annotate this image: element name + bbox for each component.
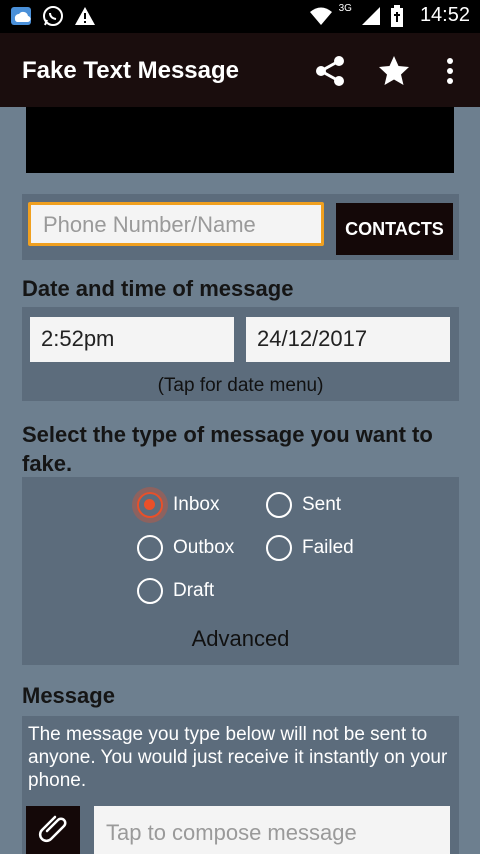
- radio-unchecked-icon: [266, 492, 292, 518]
- radio-sent[interactable]: Sent: [266, 492, 341, 518]
- network-type-label: 3G: [338, 3, 352, 14]
- weather-icon: [10, 5, 32, 27]
- radio-outbox[interactable]: Outbox: [137, 535, 234, 561]
- share-icon[interactable]: [310, 51, 350, 91]
- message-heading: Message: [22, 683, 115, 708]
- radio-label: Inbox: [173, 494, 220, 515]
- app-bar: Fake Text Message: [0, 33, 480, 107]
- message-type-heading: Select the type of message you want to f…: [22, 422, 433, 476]
- radio-unchecked-icon: [137, 535, 163, 561]
- phone-number-input[interactable]: Phone Number/Name: [28, 202, 324, 246]
- message-info-text: The message you type below will not be s…: [28, 724, 448, 791]
- advanced-button[interactable]: Advanced: [22, 626, 459, 652]
- radio-draft[interactable]: Draft: [137, 578, 214, 604]
- radio-checked-icon: [137, 492, 163, 518]
- radio-label: Outbox: [173, 537, 235, 558]
- radio-unchecked-icon: [266, 535, 292, 561]
- date-field[interactable]: 24/12/2017: [246, 317, 450, 362]
- datetime-heading: Date and time of message: [22, 276, 294, 301]
- radio-label: Draft: [173, 580, 215, 601]
- status-bar: 3G 14:52: [0, 0, 480, 33]
- app-title: Fake Text Message: [22, 57, 239, 84]
- battery-icon: [390, 4, 412, 27]
- wifi-icon: [309, 5, 332, 27]
- signal-icon: [360, 5, 382, 27]
- time-field[interactable]: 2:52pm: [30, 317, 234, 362]
- compose-message-input[interactable]: Tap to compose message: [94, 806, 450, 854]
- radio-failed[interactable]: Failed: [266, 535, 354, 561]
- radio-unchecked-icon: [137, 578, 163, 604]
- whatsapp-icon: [42, 5, 64, 27]
- paperclip-icon: [38, 811, 68, 850]
- radio-inbox[interactable]: Inbox: [137, 492, 219, 518]
- warning-icon: [74, 5, 96, 27]
- banner-area: [26, 107, 454, 173]
- contacts-button[interactable]: CONTACTS: [336, 203, 453, 255]
- overflow-menu-icon[interactable]: [430, 51, 470, 91]
- star-icon[interactable]: [374, 51, 414, 91]
- attach-button[interactable]: [26, 806, 80, 854]
- clock: 14:52: [419, 4, 470, 26]
- radio-label: Failed: [302, 537, 354, 558]
- date-menu-hint[interactable]: (Tap for date menu): [22, 375, 459, 397]
- radio-label: Sent: [302, 494, 342, 515]
